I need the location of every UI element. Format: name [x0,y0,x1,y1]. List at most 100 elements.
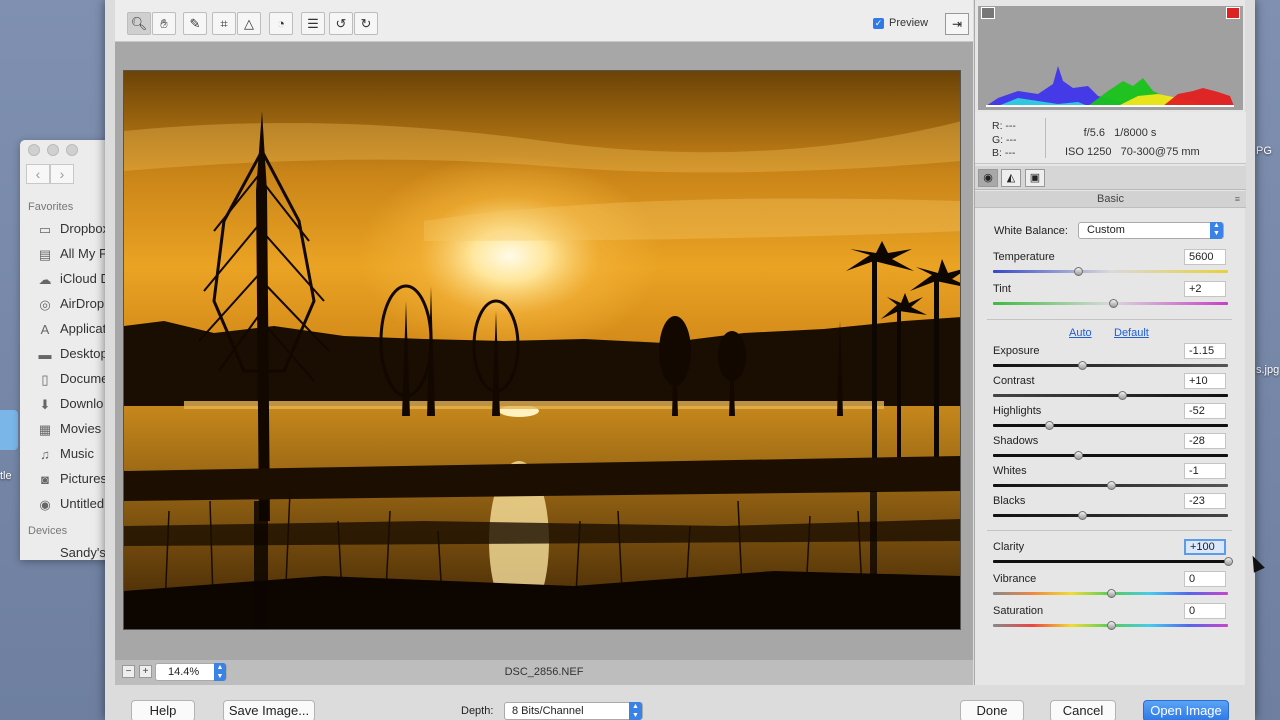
sidebar-item-documents[interactable]: ▯ Docume [20,366,110,391]
slider-value-input[interactable]: -28 [1184,433,1226,449]
auto-link[interactable]: Auto [1069,327,1092,339]
slider-track[interactable] [993,394,1228,397]
slider-handle[interactable] [1106,589,1116,598]
sidebar-item-label: Pictures [60,471,107,486]
rotate-left-icon[interactable]: ↺ [329,12,353,35]
sidebar-item-all-files[interactable]: ▤ All My Fi [20,241,110,266]
tool-bar: 🔍︎ ✋︎ ✎ ⌗ △ ◔ ☰ ↺ ↻ ✓ Preview ⇥ [115,0,973,42]
slider-handle[interactable] [1106,481,1116,490]
sidebar-item-music[interactable]: ♫ Music [20,441,110,466]
desktop-folder-icon[interactable] [0,410,18,450]
image-canvas [115,42,973,660]
back-icon[interactable]: ‹ [26,164,50,184]
slider-value-input[interactable]: -52 [1184,403,1226,419]
slider-value-input[interactable]: +2 [1184,281,1226,297]
divider [987,319,1232,320]
done-button[interactable]: Done [960,700,1024,720]
preview-checkbox[interactable]: ✓ [873,17,884,29]
minimize-window-icon[interactable] [47,144,59,156]
shutter-speed: 1/8000 s [1114,127,1157,139]
slider-value-input[interactable]: 0 [1184,571,1226,587]
preview-toggle[interactable]: ✓ Preview [873,17,928,29]
red-eye-tool-icon[interactable]: ◔ [269,12,293,35]
sidebar-item-dropbox[interactable]: ▭ Dropbox [20,216,110,241]
preferences-icon[interactable]: ☰ [301,12,325,35]
zoom-tool-icon[interactable]: 🔍︎ [127,12,151,35]
slider-blacks[interactable]: Blacks -23 [993,493,1228,527]
all-files-icon: ▤ [38,246,52,262]
sidebar-item-applications[interactable]: A Applicat [20,316,110,341]
slider-value-input[interactable]: 5600 [1184,249,1226,265]
save-image-button[interactable]: Save Image... [223,700,315,720]
slider-label: Whites [993,465,1027,477]
white-balance-label: White Balance: [994,225,1068,237]
sidebar-item-icloud[interactable]: ☁ iCloud D [20,266,110,291]
iso: ISO 1250 [1065,146,1112,158]
preview-label: Preview [889,17,929,29]
zoom-window-icon[interactable] [66,144,78,156]
sidebar-item-airdrop[interactable]: ◎ AirDrop [20,291,110,316]
slider-track[interactable] [993,270,1228,273]
crop-tool-icon[interactable]: ⌗ [212,12,236,35]
slider-handle[interactable] [1108,299,1118,308]
desktop-file-label[interactable]: s.jpg [1256,364,1279,376]
hand-tool-icon[interactable]: ✋︎ [152,12,176,35]
white-balance-tool-icon[interactable]: ✎ [183,12,207,35]
slider-track[interactable] [993,514,1228,517]
slider-track[interactable] [993,454,1228,457]
sidebar-item-label: Downlo [60,396,104,411]
depth-select[interactable]: 8 Bits/Channel ▲ ▼ [504,702,643,720]
slider-clarity[interactable]: Clarity +100 [993,539,1233,573]
slider-value-input[interactable]: +10 [1184,373,1226,389]
slider-handle[interactable] [1073,267,1083,276]
default-link[interactable]: Default [1114,327,1149,339]
cancel-button[interactable]: Cancel [1050,700,1116,720]
sidebar-item-desktop[interactable]: ▬ Desktop [20,341,110,366]
forward-icon[interactable]: › [50,164,74,184]
slider-tint[interactable]: Tint +2 [993,281,1228,315]
slider-value-input[interactable]: -1 [1184,463,1226,479]
slider-handle[interactable] [1078,361,1088,370]
slider-track[interactable] [993,364,1228,367]
slider-value-input[interactable]: 0 [1184,603,1226,619]
slider-track[interactable] [993,560,1228,563]
slider-value-input[interactable]: +100 [1184,539,1226,555]
slider-saturation[interactable]: Saturation 0 [993,603,1228,637]
basic-tab-icon[interactable]: ◉ [978,169,998,187]
slider-vibrance[interactable]: Vibrance 0 [993,571,1228,605]
close-window-icon[interactable] [28,144,40,156]
help-button[interactable]: Help [131,700,195,720]
desktop-file-label[interactable]: tle [0,470,12,482]
slider-value-input[interactable]: -23 [1184,493,1226,509]
tone-curve-tab-icon[interactable]: ◭ [1001,169,1021,187]
sidebar-item-untitled[interactable]: ◉ Untitled [20,491,110,516]
slider-label: Blacks [993,495,1026,507]
slider-temperature[interactable]: Temperature 5600 [993,249,1228,283]
desktop-file-label[interactable]: PG [1256,145,1272,157]
slider-handle[interactable] [1224,557,1233,566]
music-icon: ♫ [40,446,50,462]
white-balance-select[interactable]: Custom ▲ ▼ [1078,222,1224,239]
slider-handle[interactable] [1073,451,1083,460]
rotate-right-icon[interactable]: ↻ [354,12,378,35]
sidebar-item-downloads[interactable]: ⬇ Downlo [20,391,110,416]
slider-track[interactable] [993,424,1228,427]
slider-handle[interactable] [1078,511,1088,520]
open-image-button[interactable]: Open Image [1143,700,1229,720]
slider-value-input[interactable]: -1.15 [1184,343,1226,359]
slider-handle[interactable] [1118,391,1128,400]
sidebar-item-pictures[interactable]: ◙ Pictures [20,466,110,491]
panel-menu-icon[interactable]: ≡ [1235,191,1240,207]
desktop-icon: ▬ [38,346,52,362]
slider-label: Vibrance [993,573,1037,585]
detail-tab-icon[interactable]: ▣ [1025,169,1045,187]
airdrop-icon: ◎ [39,296,51,312]
slider-handle[interactable] [1045,421,1055,430]
straighten-tool-icon[interactable]: △ [237,12,261,35]
fullscreen-icon[interactable]: ⇥ [945,13,969,35]
image-preview[interactable] [123,70,961,630]
white-balance-value: Custom [1087,224,1125,236]
sidebar-item-movies[interactable]: ▦ Movies [20,416,110,441]
slider-handle[interactable] [1106,621,1116,630]
sidebar-item-device[interactable]: Sandy's [20,540,110,560]
